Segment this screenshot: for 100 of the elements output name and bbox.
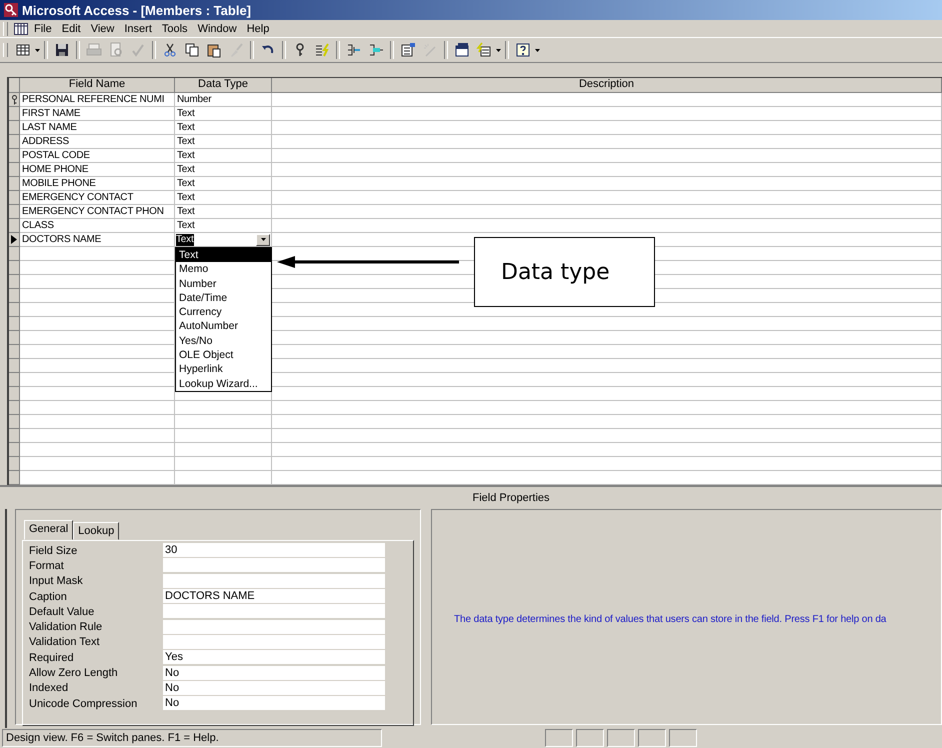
table-cell: Text (175, 205, 272, 219)
current-row-icon (11, 235, 17, 244)
property-label: Validation Rule (29, 621, 104, 634)
delete-rows-icon (368, 42, 384, 58)
help-icon (515, 42, 531, 58)
menu-item[interactable]: Tools (158, 22, 192, 34)
table-cell: Text (175, 121, 272, 135)
property-label: Required (29, 652, 75, 664)
dropdown-option[interactable]: Hyperlink (176, 362, 271, 377)
menu-item[interactable]: Window (194, 22, 241, 34)
spell-check-icon (130, 42, 146, 58)
property-field[interactable] (163, 604, 385, 620)
callout-label: Data type (474, 237, 655, 307)
paintbrush-icon (228, 42, 244, 58)
window-title: Microsoft Access - [Members : Table] (22, 2, 251, 18)
printer-icon (86, 42, 102, 58)
table-cell: EMERGENCY CONTACT PHON (20, 205, 175, 219)
property-field[interactable]: Yes (163, 650, 385, 666)
copy-icon (184, 42, 200, 58)
table-cell: HOME PHONE (20, 163, 175, 177)
property-label: Unicode Compression (29, 698, 138, 710)
status-panel (576, 729, 604, 747)
property-field[interactable]: 30 (163, 543, 385, 558)
caret-icon (535, 48, 540, 52)
status-panel (638, 729, 666, 747)
property-label: Field Size (29, 544, 78, 557)
row-selector[interactable] (9, 233, 20, 247)
menu-item[interactable]: View (86, 22, 118, 34)
property-field[interactable] (163, 620, 385, 635)
menu-item[interactable]: Help (242, 22, 274, 34)
status-panel (669, 729, 697, 747)
property-label: Indexed (29, 682, 70, 694)
dropdown-option[interactable]: Lookup Wizard... (176, 376, 271, 391)
menu-item[interactable]: Edit (58, 22, 85, 34)
caret-icon (260, 238, 266, 241)
property-field[interactable]: DOCTORS NAME (163, 589, 385, 604)
tab[interactable]: General (24, 520, 74, 540)
table-cell: Text (175, 149, 272, 163)
help-text: The data type determines the kind of values that users can store in the field. Press F1 for help on da (454, 614, 886, 625)
property-label: Default Value (29, 606, 96, 618)
column-header: Description (272, 78, 942, 93)
dropdown-button[interactable] (256, 234, 270, 246)
dropdown-option[interactable]: Number (176, 276, 271, 291)
property-field[interactable]: No (163, 666, 385, 681)
menu-item[interactable]: File (30, 22, 56, 34)
table-cell: PERSONAL REFERENCE NUMI (20, 93, 175, 107)
dropdown-option[interactable]: Memo (176, 262, 271, 277)
table-cell: ADDRESS (20, 135, 175, 149)
status-panel (607, 729, 635, 747)
property-label: Input Mask (29, 575, 84, 588)
table-cell: Text (175, 219, 272, 233)
table-cell: FIRST NAME (20, 107, 175, 121)
row-selector[interactable] (9, 93, 20, 107)
clipboard-icon (206, 42, 222, 58)
section-title: Field Properties (472, 492, 550, 504)
table-icon[interactable] (14, 22, 28, 34)
table-cell: DOCTORS NAME (20, 233, 175, 247)
property-field[interactable] (163, 634, 385, 650)
table-cell: CLASS (20, 219, 175, 233)
table-cell: POSTAL CODE (20, 149, 175, 163)
caret-icon (35, 48, 40, 52)
property-field[interactable] (163, 574, 385, 589)
insert-rows-icon (346, 42, 362, 58)
property-field[interactable] (163, 558, 385, 574)
column-header: Data Type (175, 78, 272, 93)
dropdown-option[interactable]: Text (176, 248, 271, 262)
print-preview-icon (108, 42, 124, 58)
property-field[interactable]: No (163, 696, 385, 712)
dropdown-option[interactable]: Date/Time (176, 290, 271, 306)
table-cell: MOBILE PHONE (20, 177, 175, 191)
property-field[interactable]: No (163, 680, 385, 696)
table-cell: Text (175, 191, 272, 205)
menu-item[interactable]: Insert (120, 22, 156, 34)
table-icon (15, 42, 31, 58)
dropdown-option[interactable]: AutoNumber (176, 319, 271, 334)
table-cell: Text (175, 107, 272, 121)
dropdown-option[interactable]: Currency (176, 305, 271, 320)
table-cell: Number (175, 93, 272, 107)
table-cell: EMERGENCY CONTACT (20, 191, 175, 205)
status-text: Design view. F6 = Switch panes. F1 = Help. (2, 729, 382, 747)
dropdown-option[interactable]: Yes/No (176, 334, 271, 348)
property-label: Validation Text (29, 636, 101, 648)
property-label: Caption (29, 590, 68, 603)
status-panel (545, 729, 573, 747)
scissors-icon (162, 42, 178, 58)
column-header: Field Name (20, 78, 175, 93)
new-object-icon (476, 42, 492, 58)
table-cell: LAST NAME (20, 121, 175, 135)
dropdown-option[interactable]: OLE Object (176, 348, 271, 362)
table-cell: Text (175, 163, 272, 177)
tab[interactable]: Lookup (73, 522, 120, 540)
key-app-icon (4, 3, 18, 17)
table-cell: Text (175, 177, 272, 191)
database-window-icon (454, 42, 470, 58)
key-icon (10, 94, 18, 104)
property-label: Format (29, 560, 65, 572)
wand-icon (422, 42, 438, 58)
lightning-list-icon (314, 42, 330, 58)
table-cell: Text (175, 135, 272, 149)
properties-icon (400, 42, 416, 58)
